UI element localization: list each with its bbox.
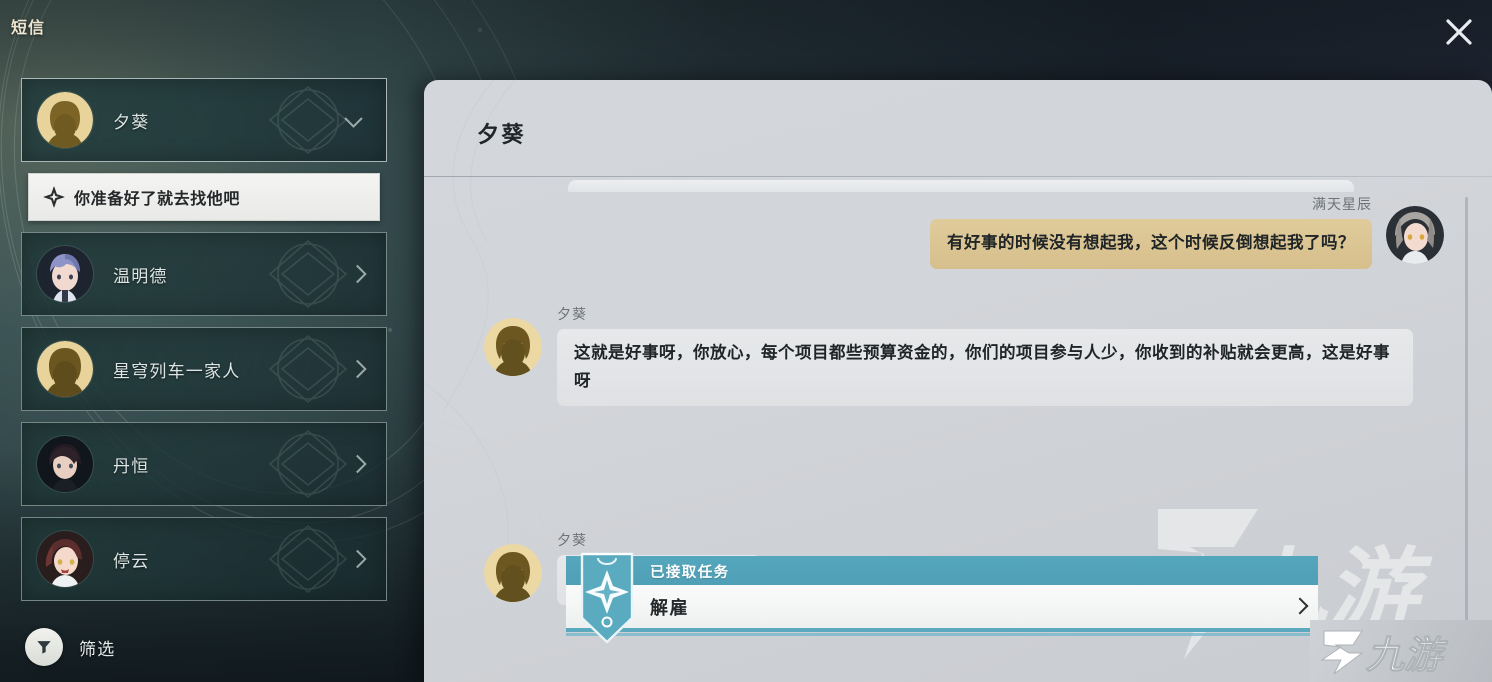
message-sender: 满天星辰 <box>1312 196 1372 212</box>
funnel-filter-icon <box>25 628 63 666</box>
chevron-right-icon[interactable] <box>348 549 367 569</box>
close-icon[interactable] <box>1432 6 1486 58</box>
contact-name: 温明德 <box>113 266 168 286</box>
chevron-down-icon[interactable] <box>344 109 363 128</box>
contact-item-1[interactable]: 温明德 <box>21 232 387 316</box>
message-bubble-outgoing[interactable]: 有好事的时候没有想起我，这个时候反倒想起我了吗？ <box>930 219 1372 269</box>
message-preview-chip[interactable]: 你准备好了就去找他吧 <box>28 173 380 221</box>
chat-scrollbar[interactable] <box>1465 197 1468 677</box>
avatar <box>1386 206 1444 264</box>
contact-item-2[interactable]: 星穹列车一家人 <box>21 327 387 411</box>
avatar <box>37 436 93 492</box>
contact-name: 停云 <box>113 551 150 571</box>
message-row-out: 满天星辰 有好事的时候没有想起我，这个时候反倒想起我了吗？ <box>930 194 1444 269</box>
message-sender: 夕葵 <box>557 306 587 322</box>
page-title: 短信 <box>11 20 46 37</box>
contact-list[interactable]: 夕葵 你准备好了就去找他吧 温明德 星穹列车一家人 丹恒 停云 <box>0 78 420 606</box>
preview-text: 你准备好了就去找他吧 <box>74 191 241 208</box>
message-bubble-incoming[interactable]: 这就是好事呀，你放心，每个项目都些预算资金的，你们的项目参与人少，你收到的补贴就… <box>557 329 1413 407</box>
filter-button[interactable]: 筛选 <box>25 628 115 666</box>
star-diamond-icon <box>43 186 65 208</box>
contact-name: 夕葵 <box>113 112 150 132</box>
contact-item-4[interactable]: 停云 <box>21 517 387 601</box>
contact-sidebar: 夕葵 你准备好了就去找他吧 温明德 星穹列车一家人 丹恒 停云 筛选 <box>0 78 420 682</box>
chat-title: 夕葵 <box>477 122 527 147</box>
message-content: 满天星辰 有好事的时候没有想起我，这个时候反倒想起我了吗？ <box>930 194 1372 269</box>
contact-name: 星穹列车一家人 <box>113 361 241 381</box>
avatar <box>484 318 542 376</box>
quest-underline-primary <box>566 628 1318 632</box>
message-sender: 夕葵 <box>557 532 587 548</box>
chevron-right-icon[interactable] <box>348 264 367 284</box>
header-divider <box>424 176 1492 177</box>
avatar <box>484 544 542 602</box>
avatar <box>37 246 93 302</box>
avatar <box>37 531 93 587</box>
contact-item-0[interactable]: 夕葵 <box>21 78 387 162</box>
chat-header: 夕葵 <box>424 80 1492 176</box>
message-content: 夕葵 这就是好事呀，你放心，每个项目都些预算资金的，你们的项目参与人少，你收到的… <box>557 304 1413 407</box>
contact-name: 丹恒 <box>113 456 150 476</box>
quest-banner-icon <box>580 552 634 644</box>
quest-status-label: 已接取任务 <box>650 565 730 581</box>
quest-card[interactable]: 已接取任务 解雇 <box>566 552 1318 644</box>
quest-body: 解雇 <box>566 585 1318 628</box>
quest-title: 解雇 <box>650 598 689 618</box>
chevron-right-icon[interactable] <box>348 359 367 379</box>
message-row-in: 夕葵 这就是好事呀，你放心，每个项目都些预算资金的，你们的项目参与人少，你收到的… <box>484 304 1413 407</box>
contact-item-3[interactable]: 丹恒 <box>21 422 387 506</box>
chevron-right-icon[interactable] <box>348 454 367 474</box>
message-app-root: 短信 夕葵 你准备好了就去找他吧 温明德 星穹列车一家人 丹恒 停云 筛选 夕葵… <box>0 0 1492 682</box>
filter-label: 筛选 <box>79 639 116 659</box>
quest-underline-secondary <box>566 633 1318 636</box>
avatar <box>37 92 93 148</box>
avatar <box>37 341 93 397</box>
quest-status-bar: 已接取任务 <box>566 556 1318 585</box>
